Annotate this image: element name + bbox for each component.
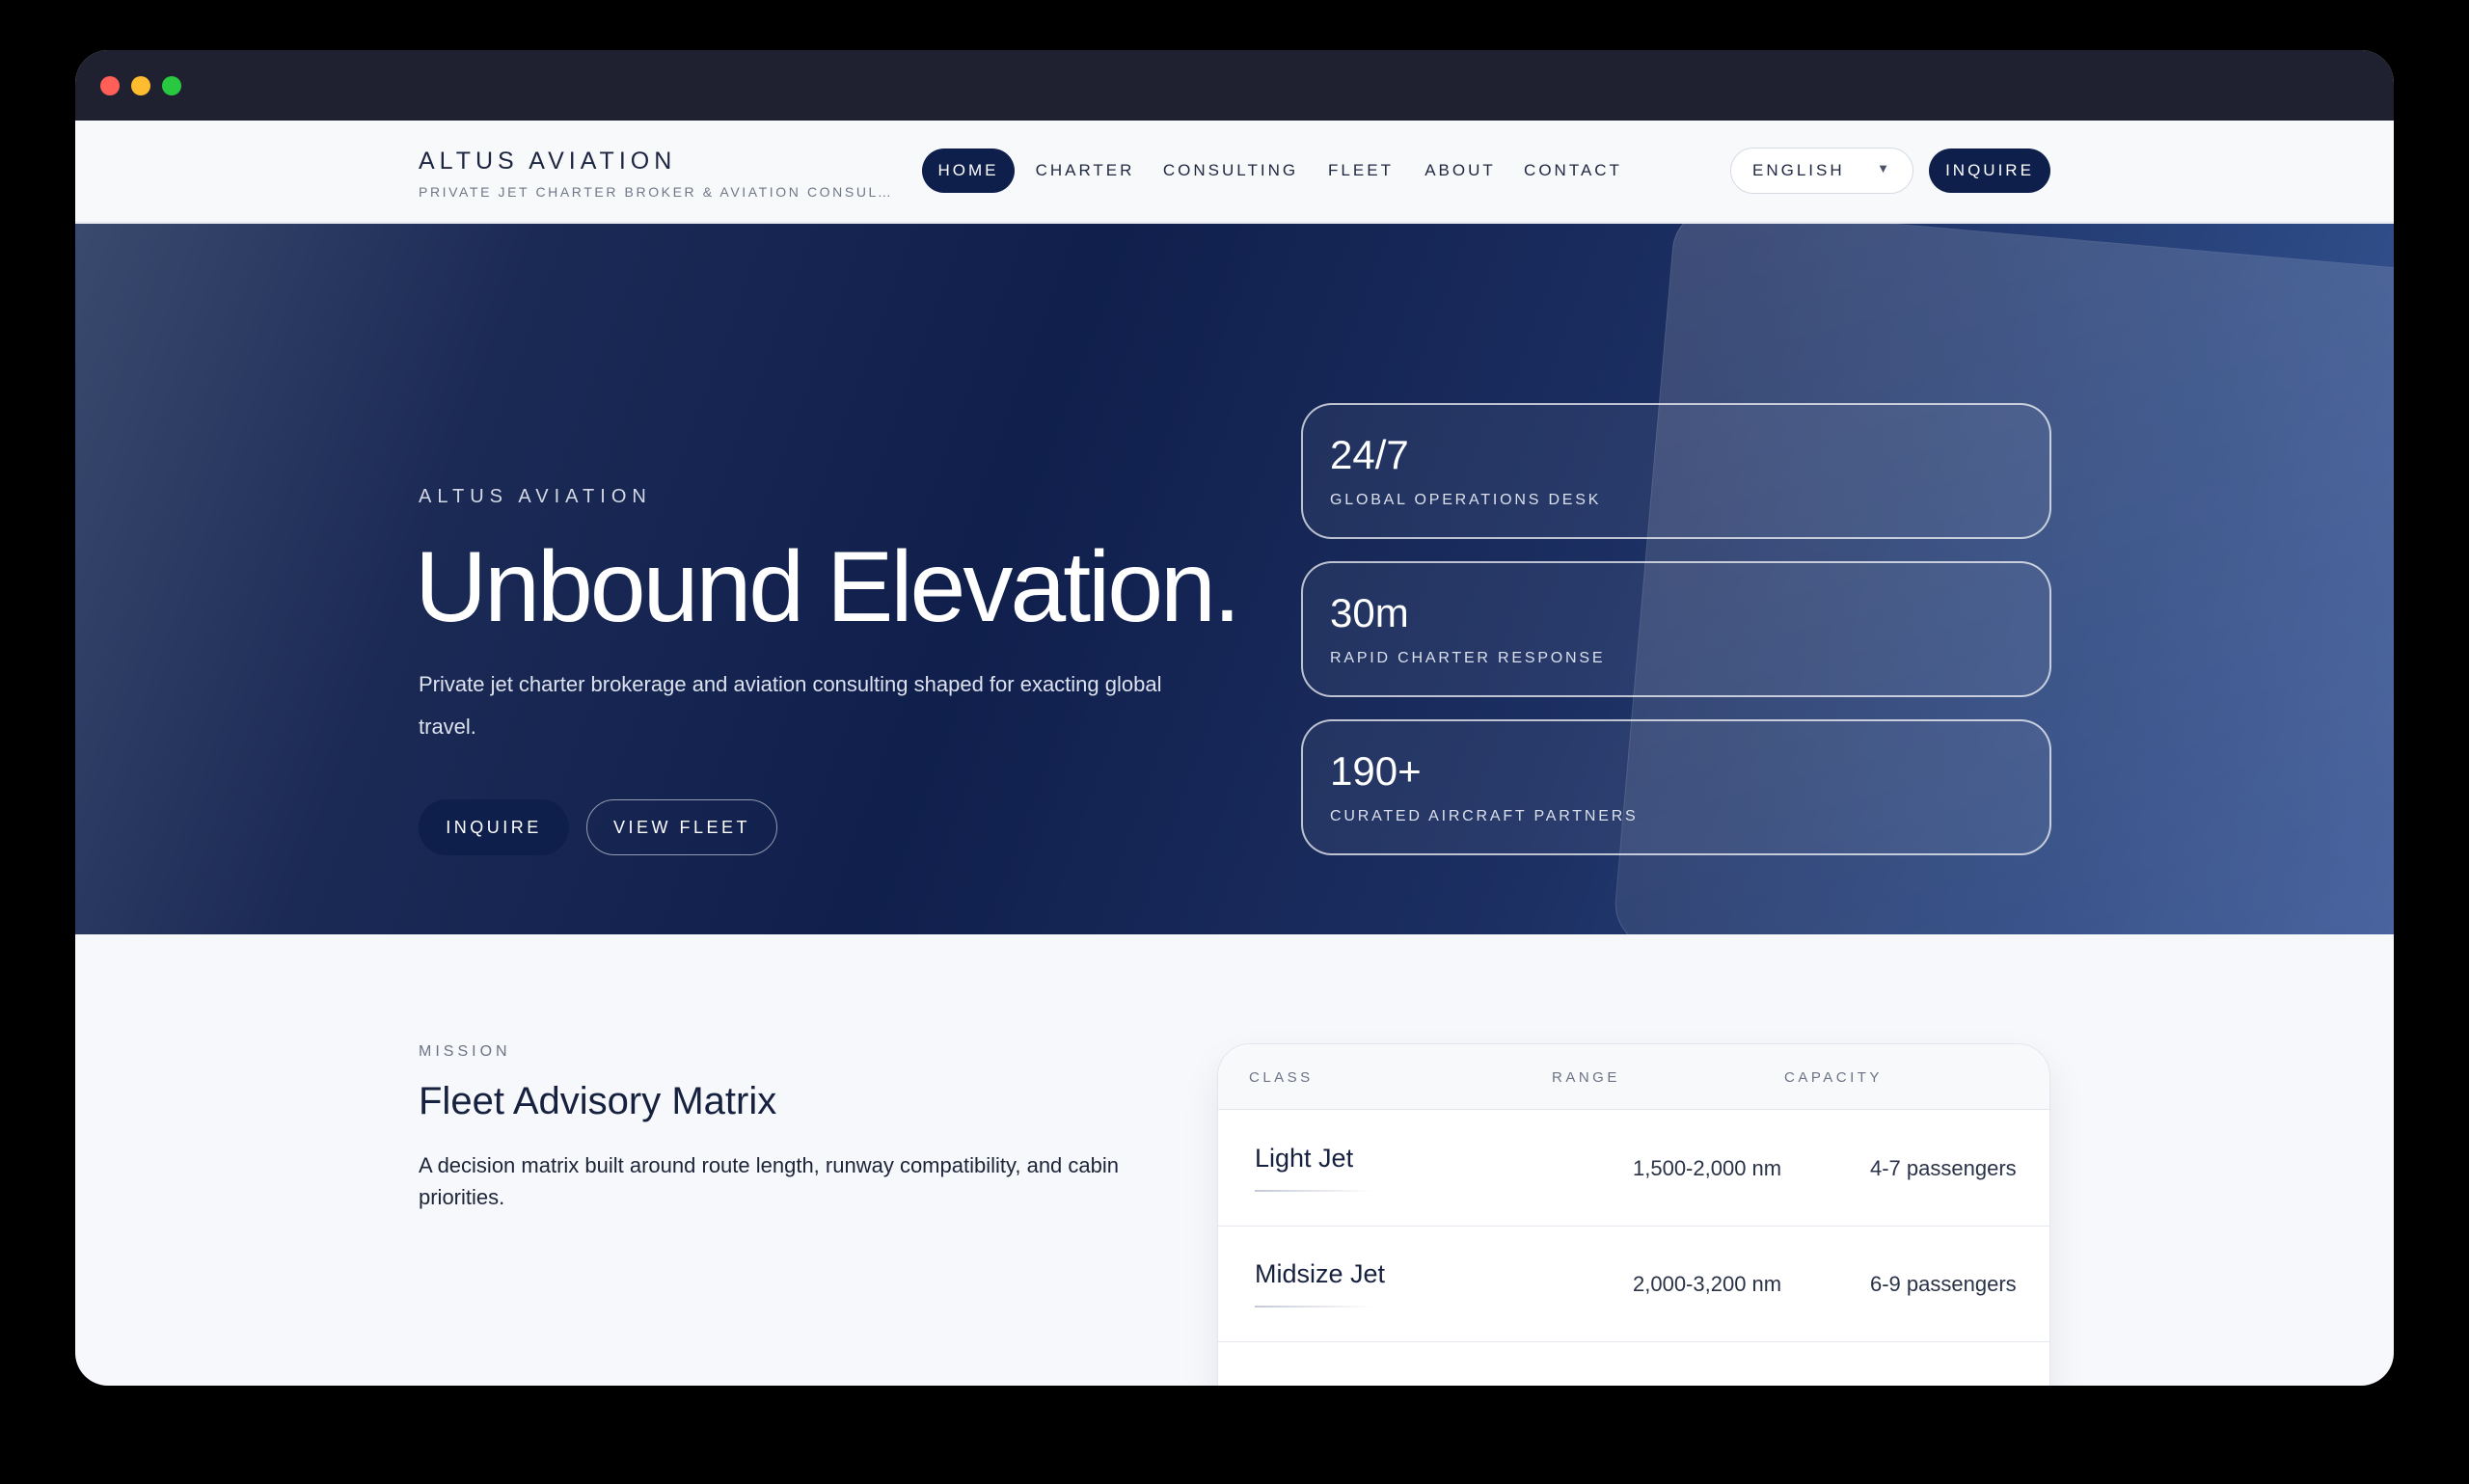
table-header: CLASS RANGE CAPACITY	[1218, 1044, 2049, 1110]
stat-card: 190+ CURATED AIRCRAFT PARTNERS	[1301, 719, 2051, 855]
hero-section: ALTUS AVIATION Unbound Elevation. Privat…	[75, 224, 2394, 934]
row-range: 2,000-3,200 nm	[1633, 1272, 1782, 1296]
hero-eyebrow: ALTUS AVIATION	[419, 486, 652, 507]
stat-card: 24/7 GLOBAL OPERATIONS DESK	[1301, 403, 2051, 539]
row-underline	[1255, 1190, 1372, 1192]
language-select-value: ENGLISH	[1752, 161, 1845, 179]
header-inquire-button[interactable]: INQUIRE	[1929, 148, 2050, 193]
nav-charter[interactable]: CHARTER	[1024, 148, 1146, 193]
mission-eyebrow: MISSION	[419, 1043, 511, 1060]
stat-label: RAPID CHARTER RESPONSE	[1330, 650, 1606, 666]
hero-inquire-button[interactable]: INQUIRE	[419, 799, 569, 855]
chevron-down-icon: ▼	[1877, 161, 1889, 175]
column-header-capacity: CAPACITY	[1784, 1069, 1883, 1086]
mission-description: A decision matrix built around route len…	[419, 1153, 1119, 1209]
brand-tagline: PRIVATE JET CHARTER BROKER & AVIATION CO…	[419, 184, 891, 200]
table-row[interactable]	[1218, 1342, 2049, 1386]
mission-title: Fleet Advisory Matrix	[419, 1080, 777, 1122]
hero-description: Private jet charter brokerage and aviati…	[419, 672, 1162, 739]
table-row[interactable]: Light Jet 1,500-2,000 nm 4-7 passengers	[1218, 1111, 2049, 1227]
brand-name[interactable]: ALTUS AVIATION	[419, 148, 676, 175]
column-header-class: CLASS	[1249, 1069, 1314, 1086]
row-underline	[1255, 1306, 1372, 1308]
window-titlebar	[75, 50, 2394, 121]
row-capacity: 6-9 passengers	[1870, 1272, 2017, 1296]
language-select[interactable]: ENGLISH ▼	[1730, 148, 1913, 194]
stat-value: 30m	[1330, 590, 1409, 635]
view-fleet-button[interactable]: VIEW FLEET	[586, 799, 777, 855]
nav-about[interactable]: ABOUT	[1414, 148, 1506, 193]
stat-value: 24/7	[1330, 432, 1409, 477]
maximize-window-button[interactable]	[162, 76, 181, 95]
table-row[interactable]: Midsize Jet 2,000-3,200 nm 6-9 passenger…	[1218, 1227, 2049, 1342]
fleet-matrix-table: CLASS RANGE CAPACITY Light Jet 1,500-2,0…	[1217, 1043, 2050, 1386]
close-window-button[interactable]	[100, 76, 120, 95]
column-header-range: RANGE	[1552, 1069, 1620, 1086]
browser-window: ALTUS AVIATION PRIVATE JET CHARTER BROKE…	[75, 50, 2394, 1386]
nav-contact[interactable]: CONTACT	[1516, 148, 1630, 193]
hero-title: Unbound Elevation.	[415, 531, 1241, 643]
row-range: 1,500-2,000 nm	[1633, 1156, 1782, 1180]
nav-consulting[interactable]: CONSULTING	[1153, 148, 1308, 193]
row-class: Light Jet	[1255, 1144, 1354, 1173]
stat-value: 190+	[1330, 748, 1422, 794]
stat-card: 30m RAPID CHARTER RESPONSE	[1301, 561, 2051, 697]
nav-home[interactable]: HOME	[922, 148, 1015, 193]
nav-fleet[interactable]: FLEET	[1317, 148, 1404, 193]
stat-label: GLOBAL OPERATIONS DESK	[1330, 492, 1602, 508]
row-class: Midsize Jet	[1255, 1259, 1386, 1288]
stat-label: CURATED AIRCRAFT PARTNERS	[1330, 808, 1639, 824]
site-header: ALTUS AVIATION PRIVATE JET CHARTER BROKE…	[75, 121, 2394, 223]
row-capacity: 4-7 passengers	[1870, 1156, 2017, 1180]
minimize-window-button[interactable]	[131, 76, 150, 95]
